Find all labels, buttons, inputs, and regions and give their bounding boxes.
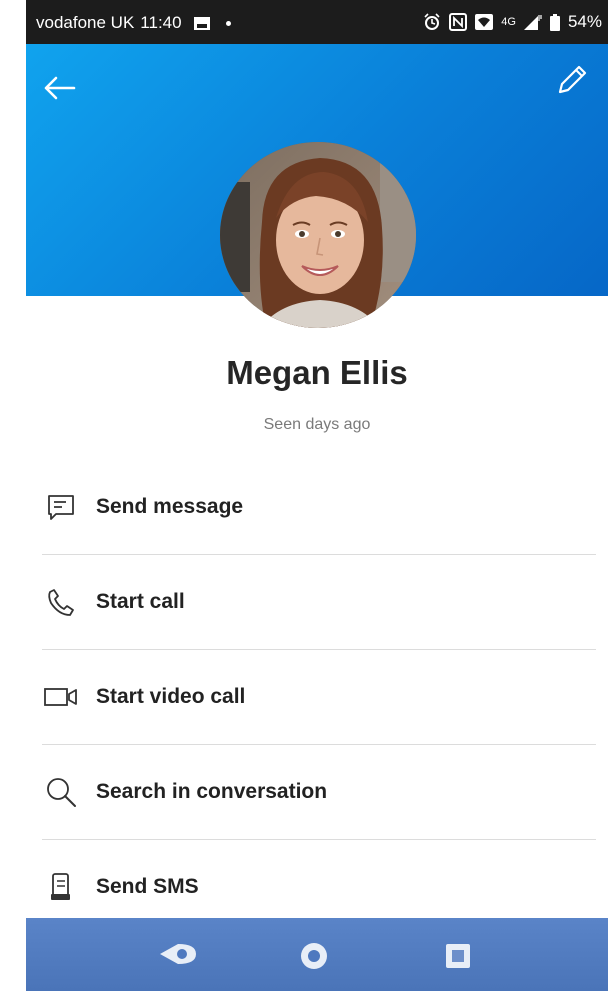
action-list: Send message Start call Start video call: [42, 460, 596, 934]
contact-name: Megan Ellis: [226, 354, 408, 391]
status-bar: vodafone UK 11:40 4G 54%: [26, 0, 608, 44]
start-call-label: Start call: [96, 590, 185, 613]
back-button[interactable]: [40, 70, 80, 106]
battery-text: 54%: [567, 12, 602, 31]
signal-icon: [523, 15, 542, 30]
notification-dot-icon: [225, 20, 231, 26]
nfc-icon: [449, 13, 468, 31]
image-notification-icon: [193, 16, 210, 30]
battery-icon: [549, 13, 560, 31]
time-text: 11:40: [140, 13, 182, 32]
nav-home-button[interactable]: [298, 940, 330, 977]
nav-back-button[interactable]: [156, 938, 200, 975]
phone-icon: [42, 587, 80, 617]
start-video-call-label: Start video call: [96, 685, 246, 708]
phone-screen: vodafone UK 11:40 4G 54% Megan Ellis See…: [26, 0, 608, 991]
send-message-button[interactable]: Send message: [42, 460, 596, 555]
system-nav-bar: [26, 918, 608, 991]
video-camera-icon: [42, 682, 80, 712]
search-in-conversation-label: Search in conversation: [96, 780, 328, 803]
send-sms-label: Send SMS: [96, 875, 199, 898]
sms-icon: [42, 872, 80, 902]
home-icon: [301, 943, 327, 969]
edit-profile-button[interactable]: [552, 62, 590, 100]
start-call-button[interactable]: Start call: [42, 555, 596, 650]
pencil-icon: [558, 65, 587, 94]
wifi-icon: [475, 14, 494, 30]
status-right: 4G 54%: [423, 12, 602, 32]
search-icon: [42, 777, 80, 807]
message-icon: [42, 492, 80, 522]
recents-icon: [446, 944, 470, 968]
back-icon: [160, 944, 196, 964]
alarm-icon: [424, 13, 440, 30]
send-message-label: Send message: [96, 495, 244, 518]
presence-status: Seen days ago: [263, 416, 371, 433]
carrier-text: vodafone UK: [36, 13, 135, 32]
arrow-left-icon: [44, 76, 76, 100]
avatar-photo: [220, 142, 416, 328]
status-left: vodafone UK 11:40: [36, 13, 231, 33]
search-in-conversation-button[interactable]: Search in conversation: [42, 745, 596, 840]
nav-recents-button[interactable]: [444, 942, 472, 975]
network-type-text: 4G: [501, 16, 516, 28]
avatar[interactable]: [220, 142, 416, 328]
start-video-call-button[interactable]: Start video call: [42, 650, 596, 745]
